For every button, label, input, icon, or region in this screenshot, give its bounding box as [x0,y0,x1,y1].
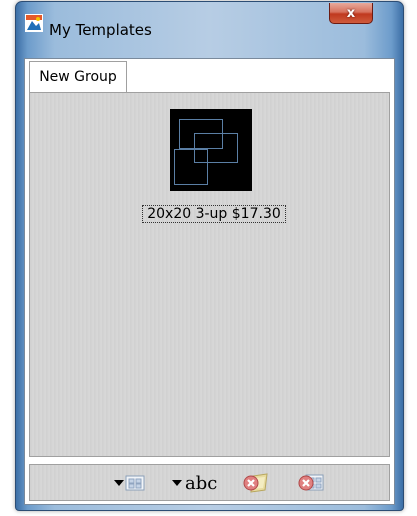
template-caption[interactable]: 20x20 3-up $17.30 [142,205,286,223]
app-icon [25,14,43,32]
tab-label: New Group [39,69,117,85]
text-abc-icon: abc [185,472,218,494]
delete-group-button[interactable] [243,471,269,495]
template-thumbnail[interactable] [170,109,252,191]
close-icon: x [346,5,356,21]
templates-panel: 20x20 3-up $17.30 [29,92,390,457]
delete-template-icon [298,474,324,491]
thumb-frame-3 [174,149,208,185]
delete-template-button[interactable] [298,471,324,495]
tab-new-group[interactable]: New Group [29,61,127,92]
title-bar[interactable]: My Templates x [16,2,403,39]
bottom-toolbar: abc [29,464,390,501]
window-title: My Templates [49,21,152,39]
client-area: New Group 20x20 3-up $17.30 abc [24,58,395,505]
dropdown-arrow-icon [114,480,124,486]
add-template-button[interactable] [114,471,145,495]
dropdown-arrow-icon [172,480,182,486]
close-button[interactable]: x [329,3,373,24]
my-templates-window: My Templates x New Group 20x20 3-up $17.… [15,1,404,511]
delete-group-icon [243,473,268,493]
rename-button[interactable]: abc [172,471,217,495]
add-template-dropdown-icon [125,475,145,491]
